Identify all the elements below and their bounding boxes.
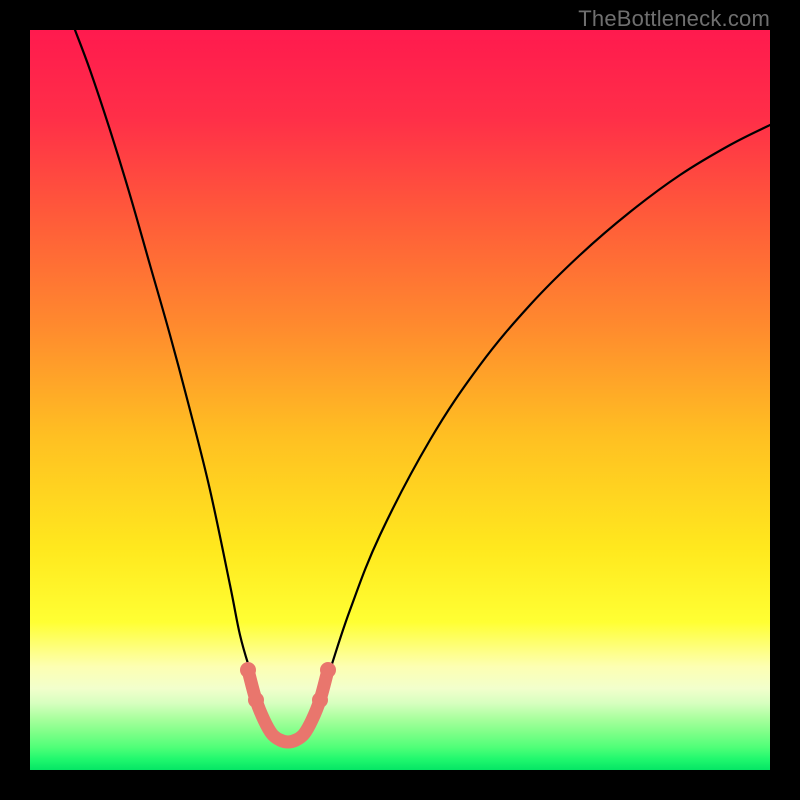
marker-dot bbox=[240, 662, 256, 678]
bottleneck-curve bbox=[75, 30, 770, 743]
marker-dot bbox=[248, 692, 264, 708]
watermark-text: TheBottleneck.com bbox=[578, 6, 770, 32]
chart-frame bbox=[30, 30, 770, 770]
marker-dot bbox=[320, 662, 336, 678]
chart-svg bbox=[30, 30, 770, 770]
marker-dot bbox=[312, 692, 328, 708]
